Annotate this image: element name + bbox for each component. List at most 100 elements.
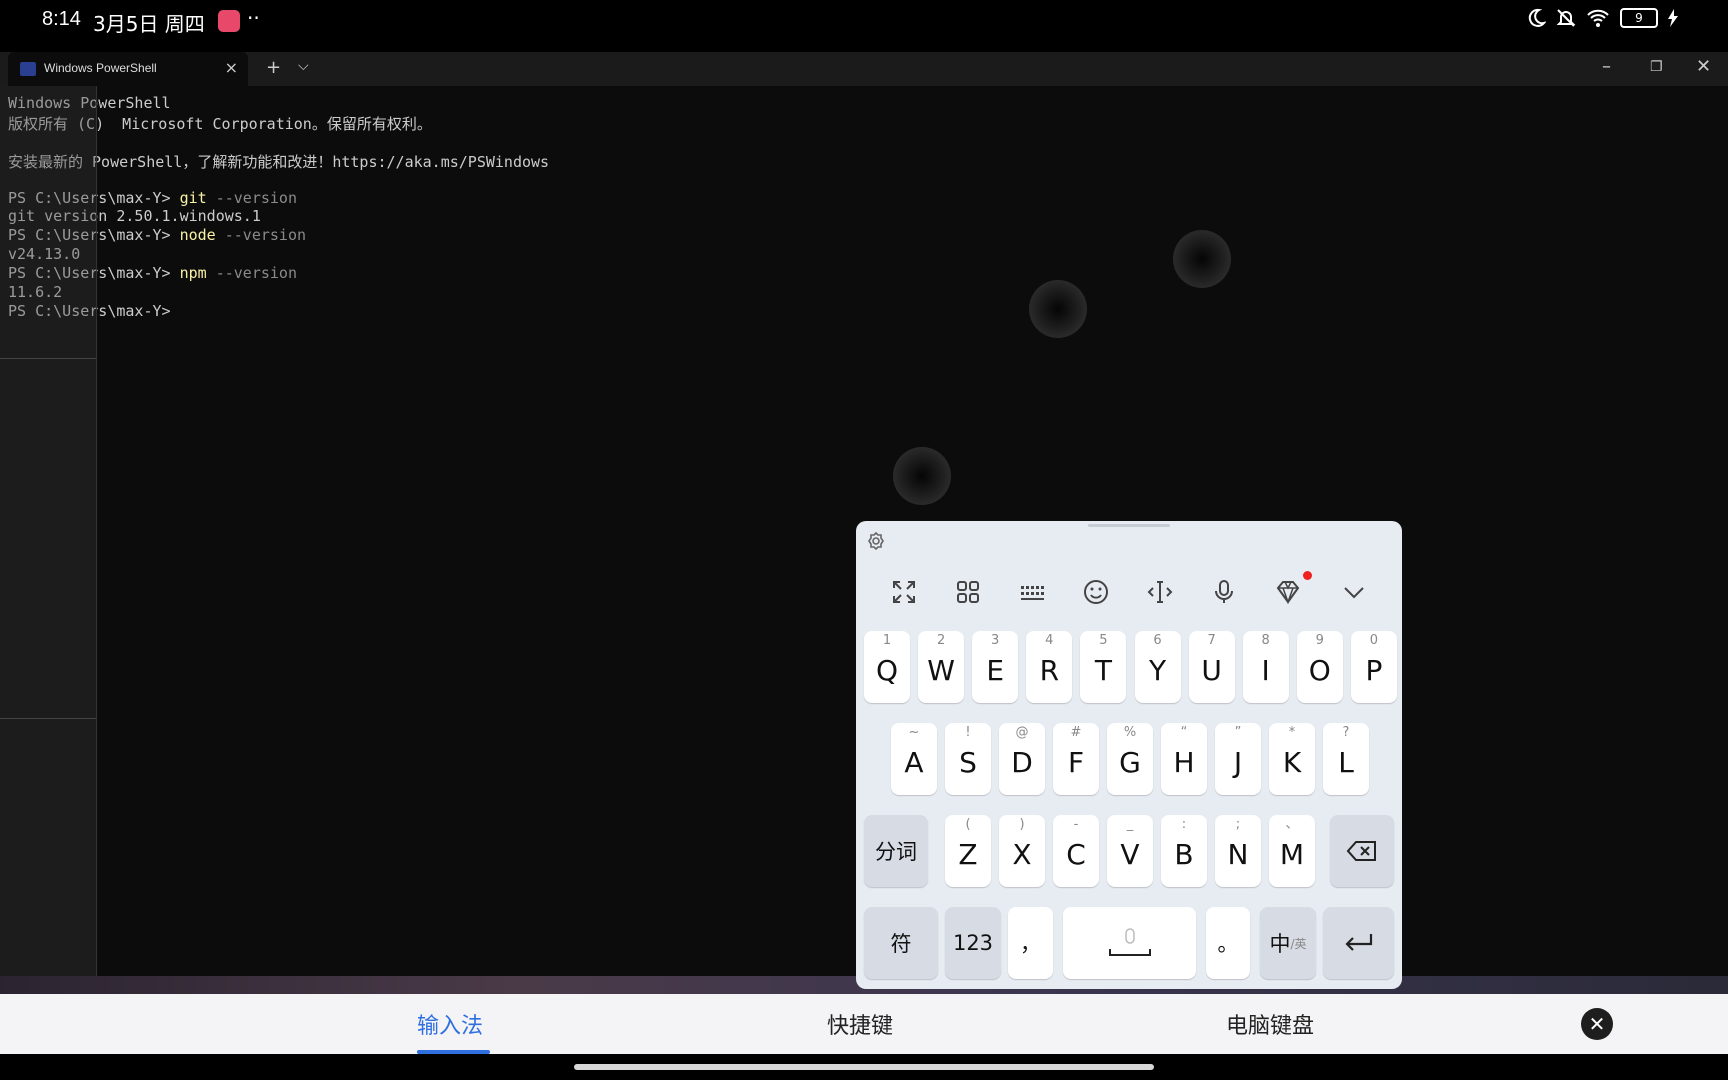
status-bar: 8:14 3月5日 周四 ·· 9 [0,0,1728,52]
key-d[interactable]: @ D [999,723,1045,795]
space-key[interactable] [1063,907,1196,979]
key-b[interactable]: :B [1161,815,1207,887]
key-secondary-label: : [1181,817,1187,832]
key-r[interactable]: 4R [1026,631,1073,703]
key-i[interactable]: 8I [1242,631,1289,703]
key-a[interactable]: ~ A [891,723,937,795]
enter-key[interactable] [1323,907,1394,979]
settings-gear-icon[interactable] [866,531,886,555]
collapse-chevron-icon[interactable] [1340,578,1368,606]
key-label: S [959,746,977,779]
comma-label: ， [1020,932,1041,956]
key-label: B [1174,838,1194,871]
key-e[interactable]: 3E [972,631,1019,703]
key-secondary-label: 9 [1315,633,1324,648]
key-t[interactable]: 5T [1080,631,1127,703]
touch-indicator [1029,280,1087,338]
key-w[interactable]: 2W [918,631,965,703]
status-icons: 9 [1526,8,1678,28]
key-c[interactable]: -C [1053,815,1099,887]
tab-ime[interactable]: 输入法 [417,1008,483,1040]
minimize-icon[interactable]: – [1602,56,1611,77]
charging-bolt-icon [1668,9,1678,27]
tab-dropdown-chevron-icon[interactable]: ⌵ [298,58,309,74]
close-tab-icon[interactable]: × [225,58,238,77]
key-o[interactable]: 9O [1296,631,1343,703]
numbers-key[interactable]: 123 [945,907,1001,979]
key-label: Y [1148,654,1167,687]
close-panel-icon[interactable]: ✕ [1581,1008,1613,1040]
key-p[interactable]: 0P [1350,631,1397,703]
keyboard-drag-handle[interactable] [1088,524,1170,527]
diamond-skin-icon[interactable] [1274,578,1302,606]
expand-icon[interactable] [890,578,918,606]
close-window-icon[interactable]: ✕ [1696,56,1711,77]
tab-title: Windows PowerShell [44,61,157,75]
key-label: R [1039,654,1060,687]
key-label: G [1119,746,1141,779]
divider [0,718,96,719]
key-secondary-label: 1 [882,633,892,648]
key-x[interactable]: ) X [999,815,1045,887]
soft-keyboard: 分词 符 123 ， 。 中/英 1 Q 2 W 3 E 4 R 5 T 6 Y 7 U 8 I 9 O 0 P ~ A!… [856,521,1402,989]
key-y[interactable]: 6Y [1134,631,1181,703]
key-secondary-label: ” [1234,725,1242,740]
key-secondary-label: * [1288,725,1296,740]
key-secondary-label: 0 [1369,633,1379,648]
key-label: A [904,746,924,779]
emoji-icon[interactable] [1082,578,1110,606]
key-j[interactable]: ” J [1215,723,1261,795]
key-z[interactable]: (Z [945,815,991,887]
divider [0,358,96,359]
cursor-icon[interactable] [1146,578,1174,606]
restore-icon[interactable]: ❐ [1650,59,1663,75]
key-label: J [1233,746,1243,779]
microphone-icon[interactable] [1210,578,1238,606]
command-argument: --version [206,188,297,207]
backspace-icon [1330,815,1394,887]
do-not-disturb-moon-icon [1526,8,1546,28]
keyboard-layout-icon[interactable] [1018,578,1046,606]
key-n[interactable]: ; N [1215,815,1261,887]
mute-bell-icon [1556,8,1576,28]
key-secondary-label: 2 [936,633,946,648]
tab-pc-keyboard[interactable]: 电脑键盘 [1226,1008,1314,1040]
touch-indicator [1173,230,1231,288]
symbols-key[interactable]: 符 [864,907,938,979]
tab-powershell[interactable]: Windows PowerShell × [8,52,248,86]
key-label: N [1227,838,1249,871]
status-time: 8:14 [42,8,81,30]
key-f[interactable]: # F [1053,723,1099,795]
key-secondary-label: 、 [1285,817,1299,832]
key-label: T [1094,654,1112,687]
key-secondary-label: 5 [1099,633,1108,648]
notification-app-icon [218,10,240,32]
key-m[interactable]: 、 M [1269,815,1315,887]
fenci-label: 分词 [875,840,917,864]
tab-shortcuts[interactable]: 快捷键 [827,1008,893,1040]
language-toggle-key[interactable]: 中/英 [1260,907,1316,979]
key-s[interactable]: ! S [945,723,991,795]
backspace-key[interactable] [1330,815,1394,887]
key-h[interactable]: “H [1161,723,1207,795]
key-secondary-label: % [1123,725,1137,740]
terminal-titlebar: Windows PowerShell × + ⌵ – ❐ ✕ [0,52,1728,86]
key-g[interactable]: % G [1107,723,1153,795]
new-tab-plus-icon[interactable]: + [266,57,281,78]
key-v[interactable]: _ V [1107,815,1153,887]
comma-key[interactable]: ， [1008,907,1053,979]
key-q[interactable]: 1Q [864,631,910,703]
key-u[interactable]: 7U [1188,631,1235,703]
key-label: D [1011,746,1033,779]
key-label: Z [958,838,978,871]
more-notifications: ·· [247,6,260,30]
home-indicator[interactable] [574,1064,1154,1070]
key-l[interactable]: ? L [1323,723,1369,795]
key-secondary-label: ~ [908,725,920,740]
apps-grid-icon[interactable] [954,578,982,606]
period-key[interactable]: 。 [1206,907,1250,979]
fenci-key[interactable]: 分词 [864,815,928,887]
command-argument: --version [215,226,307,245]
key-k[interactable]: * K [1269,723,1315,795]
key-label: X [1012,838,1032,871]
